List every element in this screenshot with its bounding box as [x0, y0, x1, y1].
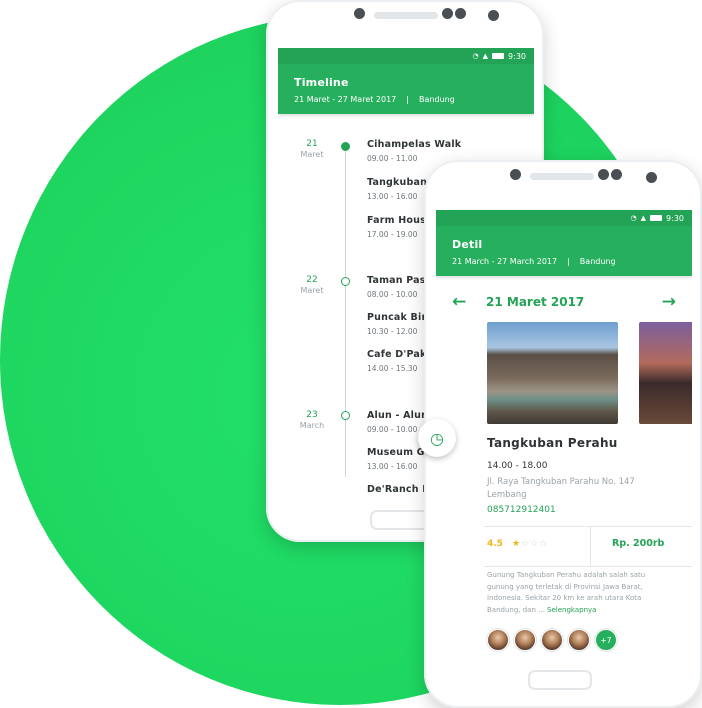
- next-place-photo[interactable]: [639, 322, 692, 424]
- rating-stars: ★☆☆☆: [512, 539, 548, 549]
- speaker-grille: [374, 12, 438, 19]
- camera-icon: [510, 169, 521, 180]
- timeline-rail: [345, 147, 346, 477]
- sensor-icon: [598, 169, 609, 180]
- history-icon[interactable]: ◷: [418, 419, 456, 457]
- signal-icon: ▲: [482, 52, 489, 60]
- star-empty-icon: ☆: [539, 539, 549, 549]
- star-empty-icon: ☆: [530, 539, 540, 549]
- avatar: [487, 629, 509, 651]
- price: Rp. 200rb: [612, 538, 665, 549]
- place-phone-link[interactable]: 085712912401: [487, 505, 667, 515]
- detail-header: Detil 21 March - 27 March 2017 | Bandung: [436, 226, 692, 276]
- star-empty-icon: ☆: [521, 539, 531, 549]
- avatar: [514, 629, 536, 651]
- separator: |: [567, 257, 570, 266]
- camera-icon: [354, 8, 365, 19]
- status-bar: ◔ ▲ 9:30: [278, 48, 534, 64]
- sensor-icon: [455, 8, 466, 19]
- arrow-right-icon[interactable]: →: [662, 292, 676, 312]
- battery-icon: [650, 215, 663, 221]
- place-photo[interactable]: [487, 322, 618, 424]
- divider: [484, 526, 692, 527]
- trip-summary: 21 March - 27 March 2017 | Bandung: [452, 257, 676, 266]
- front-camera-icon: [488, 10, 499, 21]
- home-button[interactable]: [528, 670, 592, 690]
- sensor-icon: [442, 8, 453, 19]
- signal-icon: ▲: [640, 214, 647, 222]
- visitor-avatars[interactable]: +7: [487, 629, 617, 651]
- date-navigator: ← 21 Maret 2017 →: [452, 290, 676, 314]
- place-address: Jl. Raya Tangkuban Parahu No. 147 Lemban…: [487, 477, 635, 500]
- more-visitors-badge[interactable]: +7: [595, 629, 617, 651]
- divider: [484, 566, 692, 567]
- status-time: 9:30: [666, 213, 684, 223]
- sensor-icon: [611, 169, 622, 180]
- arrow-left-icon[interactable]: ←: [452, 292, 466, 312]
- city: Bandung: [418, 95, 455, 104]
- speaker-grille: [530, 173, 594, 180]
- day-label: 21 Maret: [300, 139, 324, 159]
- timeline-header: Timeline 21 Maret - 27 Maret 2017 | Band…: [278, 64, 534, 114]
- current-date: 21 Maret 2017: [486, 295, 585, 309]
- page-title: Detil: [452, 238, 483, 251]
- divider: [590, 526, 591, 566]
- trip-summary: 21 Maret - 27 Maret 2017 | Bandung: [294, 95, 518, 104]
- star-filled-icon: ★: [512, 539, 522, 549]
- separator: |: [406, 95, 409, 104]
- place-hours: 14.00 - 18.00: [487, 461, 548, 471]
- date-range: 21 March - 27 March 2017: [452, 257, 558, 266]
- place-name: Tangkuban Perahu: [487, 436, 618, 450]
- avatar: [568, 629, 590, 651]
- rating-value: 4.5: [487, 539, 503, 549]
- status-time: 9:30: [508, 51, 526, 61]
- avatar: [541, 629, 563, 651]
- date-range: 21 Maret - 27 Maret 2017: [294, 95, 397, 104]
- status-bar: ◔ ▲ 9:30: [436, 210, 692, 226]
- wifi-icon: ◔: [472, 52, 479, 60]
- wifi-icon: ◔: [630, 214, 637, 222]
- detail-screen: ◔ ▲ 9:30 Detil 21 March - 27 March 2017 …: [436, 210, 692, 660]
- timeline-node: [341, 277, 350, 286]
- phone-detail: ◔ ▲ 9:30 Detil 21 March - 27 March 2017 …: [424, 160, 702, 708]
- front-camera-icon: [646, 172, 657, 183]
- page-title: Timeline: [294, 76, 349, 89]
- day-label: 23 March: [299, 410, 325, 430]
- city: Bandung: [579, 257, 616, 266]
- day-label: 22 Maret: [300, 275, 324, 295]
- timeline-node: [341, 411, 350, 420]
- read-more-link[interactable]: Selengkapnya: [547, 606, 596, 614]
- battery-icon: [492, 53, 505, 59]
- timeline-node-active: [341, 142, 350, 151]
- place-description: Gunung Tangkuban Perahu adalah salah sat…: [487, 570, 667, 616]
